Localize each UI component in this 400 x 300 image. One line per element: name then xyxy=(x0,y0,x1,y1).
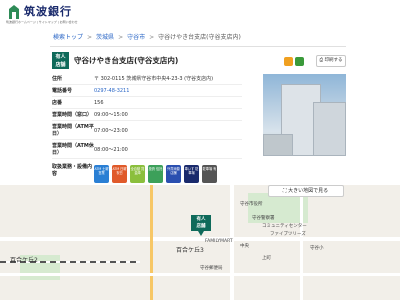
branch-photo xyxy=(263,74,346,156)
pin-line2: 店舗 xyxy=(196,224,206,229)
map-highway xyxy=(150,185,153,300)
info-row-hours-atm-holiday: 営業時間（ATM休日） 08:00～21:00 xyxy=(52,140,242,159)
branch-title: 守谷けやき台支店(守谷支店内) xyxy=(74,56,179,65)
branch-map-pin[interactable]: 有人 店舗 xyxy=(191,215,211,231)
staffed-branch-badge: 有人 店舗 xyxy=(52,52,69,69)
breadcrumb-item-city[interactable]: 守谷市 xyxy=(127,34,145,41)
branch-card: 有人 店舗 守谷けやき台支店(守谷支店内) ⎙ 印刷する 住所 〒 302-01… xyxy=(50,46,346,196)
breadcrumb-separator: > xyxy=(118,34,124,41)
print-label: 印刷する xyxy=(324,58,343,63)
breadcrumb-item-current: 守谷けやき台支店(守谷支店内) xyxy=(158,34,241,41)
breadcrumb-separator: > xyxy=(87,34,93,41)
investment-trust-icon: 投資 信託 xyxy=(148,165,163,183)
breadcrumb: 検索トップ > 茨城県 > 守谷市 > 守谷けやき台支店(守谷支店内) xyxy=(53,32,241,41)
info-label: 住所 xyxy=(52,76,63,82)
map-label: 百合ケ丘2 xyxy=(10,257,38,264)
info-label: 営業時間（ATM休日） xyxy=(52,143,94,156)
breadcrumb-item-pref[interactable]: 茨城県 xyxy=(96,34,114,41)
info-row-address: 住所 〒 302-0115 茨城県守谷市中央4-23-3 (守谷支店内) xyxy=(52,73,242,85)
facility-icons: ATM 土曜 営業 ATM 日曜 祝日 全自動 貸金庫 投資 信託 外貨両替 店… xyxy=(94,165,217,183)
map-pin-tail xyxy=(198,231,204,236)
map-label: FAMILYMART xyxy=(205,239,233,244)
parking-icon: 駐車場 有 xyxy=(202,165,217,183)
info-row-phone: 電話番号 0297-48-3211 xyxy=(52,85,242,97)
info-label: 取扱業務・設備内容 xyxy=(52,164,93,177)
info-label: 営業時間（窓口） xyxy=(52,112,93,118)
map-label: 百合ケ丘3 xyxy=(176,247,204,254)
atm-saturday-icon: ATM 土曜 営業 xyxy=(94,165,109,183)
info-label: 営業時間（ATM平日） xyxy=(52,124,94,137)
phone-link[interactable]: 0297-48-3211 xyxy=(94,86,129,96)
breadcrumb-item-top[interactable]: 検索トップ xyxy=(53,34,83,41)
info-row-hours-atm-weekday: 営業時間（ATM平日） 07:00～23:00 xyxy=(52,121,242,140)
map-label: 守谷警察署 xyxy=(252,216,275,221)
currency-exchange-icon: 外貨両替 店舗 xyxy=(166,165,181,183)
pin-line1: 有人 xyxy=(196,217,206,222)
info-label: 店番 xyxy=(52,100,63,106)
info-label: 電話番号 xyxy=(52,88,73,94)
line-share-icon[interactable] xyxy=(295,57,304,66)
bank-logo-icon[interactable] xyxy=(7,4,21,20)
map-label: 守谷小 xyxy=(310,246,324,251)
badge-line2: 店舗 xyxy=(55,62,66,68)
info-value: 156 xyxy=(94,99,104,106)
atm-sunday-icon: ATM 日曜 祝日 xyxy=(112,165,127,183)
photo-building xyxy=(313,102,346,156)
mail-share-icon[interactable] xyxy=(284,57,293,66)
map-label: 守谷市役所 xyxy=(240,202,263,207)
map-road xyxy=(0,273,400,276)
map-label: ファイブツリーズ xyxy=(270,232,306,237)
info-value: 09:00～15:00 xyxy=(94,112,128,118)
info-value: 〒 302-0115 茨城県守谷市中央4-23-3 (守谷支店内) xyxy=(94,76,214,82)
info-row-branch-number: 店番 156 xyxy=(52,97,242,109)
map-label: 中央 xyxy=(240,244,249,249)
map-label: 守谷郵便局 xyxy=(200,266,223,271)
map-road xyxy=(300,185,303,300)
site-header: 筑波銀行 筑波銀行ホームページ | サイトマップ | お問い合わせ xyxy=(0,0,400,26)
badge-line1: 有人 xyxy=(55,54,66,60)
map-label: コミュニティセンター xyxy=(262,224,307,229)
info-value: 07:00～23:00 xyxy=(94,127,128,134)
branch-map[interactable]: 守谷市役所 守谷警察署 百合ケ丘3 百合ケ丘2 中央 守谷小 FAMILYMAR… xyxy=(0,185,400,300)
info-row-hours-counter: 営業時間（窓口） 09:00～15:00 xyxy=(52,109,242,121)
print-button[interactable]: ⎙ 印刷する xyxy=(316,55,346,67)
map-road xyxy=(0,237,400,241)
larger-map-label: 大きい地図で見る xyxy=(288,188,329,194)
larger-map-button[interactable]: ⛶ 大きい地図で見る xyxy=(268,185,344,197)
wheelchair-parking-icon: 車いす 駐車場 xyxy=(184,165,199,183)
breadcrumb-separator: > xyxy=(149,34,155,41)
map-label: 上町 xyxy=(262,256,271,261)
brand-name[interactable]: 筑波銀行 xyxy=(24,3,72,19)
photo-building xyxy=(263,134,293,156)
header-subtext: 筑波銀行ホームページ | サイトマップ | お問い合わせ xyxy=(6,20,78,24)
safe-deposit-icon: 全自動 貸金庫 xyxy=(130,165,145,183)
info-value: 08:00～21:00 xyxy=(94,146,128,153)
